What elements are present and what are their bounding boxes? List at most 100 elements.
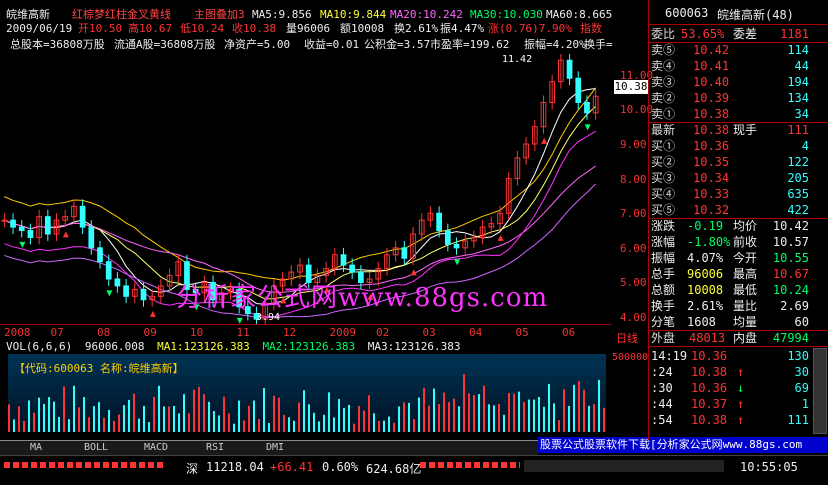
inner-label: 内盘 [733,331,758,345]
volume-bar [348,404,350,432]
volume-bar [173,405,175,432]
volume-bar [148,422,150,432]
volume-bar [93,406,95,432]
volume-bar [228,413,230,432]
volume-bar [488,404,490,432]
stat-cell: 总手 [651,267,676,281]
volume-bar [188,413,190,432]
bid-row-price: 10.32 [693,203,730,217]
tick-scrollbar[interactable] [813,348,827,434]
ask-row-volume: 134 [787,91,809,105]
volume-bar [423,387,425,432]
indicator-line [4,87,597,281]
tick-volume: 130 [787,349,809,363]
volume-bar [473,395,475,432]
tick-time: :30 [651,381,673,395]
status-indicator-left [4,462,164,468]
bid-row: 买① 10.36 4 [651,138,809,154]
date-tick: 08 [97,326,111,339]
volume-bar [573,384,575,432]
quote-code: 600063 [665,6,709,20]
status-bar: 深 11218.04 +66.41 0.60% 624.68亿 10:55:05 [0,455,828,485]
axis-divider [0,324,612,325]
tick-price: 10.38 [691,413,728,427]
candle [79,205,86,228]
volume-bar [498,403,500,432]
date-tick: 04 [469,326,483,339]
reserve: 公积金=3.57 [364,38,431,51]
tab-macd[interactable]: MACD [144,442,168,453]
date-tick: 06 [562,326,576,339]
stat-cell: 总额 [651,283,676,297]
ask-row-label: 卖⑤ [651,43,676,57]
volume-bar [243,420,245,432]
stat-row: 总额 10008 最低 10.24 [651,282,809,298]
volume-bar [18,406,20,432]
volume-bar [433,388,435,432]
stat-cell: 均价 [733,219,758,233]
tick-price: 10.36 [691,349,728,363]
volume-bar [413,419,415,432]
bid-row-price: 10.36 [693,139,730,153]
bid-row: 买④ 10.33 635 [651,186,809,202]
volume-bar [68,419,70,432]
volume-bar [143,405,145,432]
candle [88,226,95,249]
cur-label: 现手 [733,123,758,137]
outer-value: 48013 [689,331,726,345]
date-tick: 02 [376,326,390,339]
candle [1,219,8,222]
weibi-label: 委比 [651,27,676,41]
indicator-name: 红棕梦红柱金叉黄线 [72,8,171,21]
bid-row: 买⑤ 10.32 422 [651,202,809,218]
bar-date: 2009/06/19 [6,22,73,35]
volume-bar [8,404,10,432]
volume-bar [203,394,205,432]
stock-name: 皖维高新 [6,8,50,21]
tab-dmi[interactable]: DMI [266,442,284,453]
kline-panel[interactable]: 皖维高新 红棕梦红柱金叉黄线 主图叠加3 MA5:9.856 MA10:9.84… [0,0,653,440]
volume-bar [398,406,400,432]
volume-bar [338,399,340,432]
index-pct: 0.60% [322,460,359,474]
quote-name: 皖维高新(48) [717,8,794,22]
volume-bar [328,392,330,432]
bid-row-label: 买⑤ [651,203,676,217]
stat-cell: 今开 [733,251,758,265]
tick-price: 10.36 [691,381,728,395]
volume-bar [43,404,45,432]
stat-cell: 10.55 [772,251,809,265]
volume-bar [523,401,525,432]
ask-row-label: 卖② [651,91,676,105]
status-blank [524,460,724,472]
ask-row: 卖④ 10.41 44 [651,58,809,74]
volume-panel[interactable]: VOL(6,6,6) 96006.008 MA1:123126.383 MA2:… [0,340,648,432]
volume-bar [108,409,110,432]
volume-bar [113,420,115,432]
volume-bar [273,395,275,432]
vol-ma3: MA3:123126.383 [367,340,461,353]
date-tick: 11 [236,326,250,339]
price-tick: 6.00 [620,241,647,255]
outer-label: 外盘 [651,331,676,345]
stat-cell: 换手 [651,299,676,313]
ask-row-label: 卖③ [651,75,676,89]
candle [340,254,347,266]
tick-row: 14:19 10.36 130 [651,348,809,364]
volume-bar [578,381,580,432]
volume-bar [403,402,405,432]
volume-bar [83,397,85,432]
tab-rsi[interactable]: RSI [206,442,224,453]
index-label[interactable]: 指数 [580,22,602,36]
tab-ma[interactable]: MA [30,442,42,453]
volume-bar [353,423,355,432]
volume-bar [548,383,550,432]
volume-bar [478,394,480,432]
tab-boll[interactable]: BOLL [84,442,108,453]
date-tick: 07 [50,326,64,339]
index-change: +66.41 [270,460,314,474]
price-tick: 8.00 [620,172,647,186]
candle [584,101,590,114]
vol-ma2: MA2:123126.383 [262,340,356,353]
ask-row: 卖⑤ 10.42 114 [651,42,809,58]
